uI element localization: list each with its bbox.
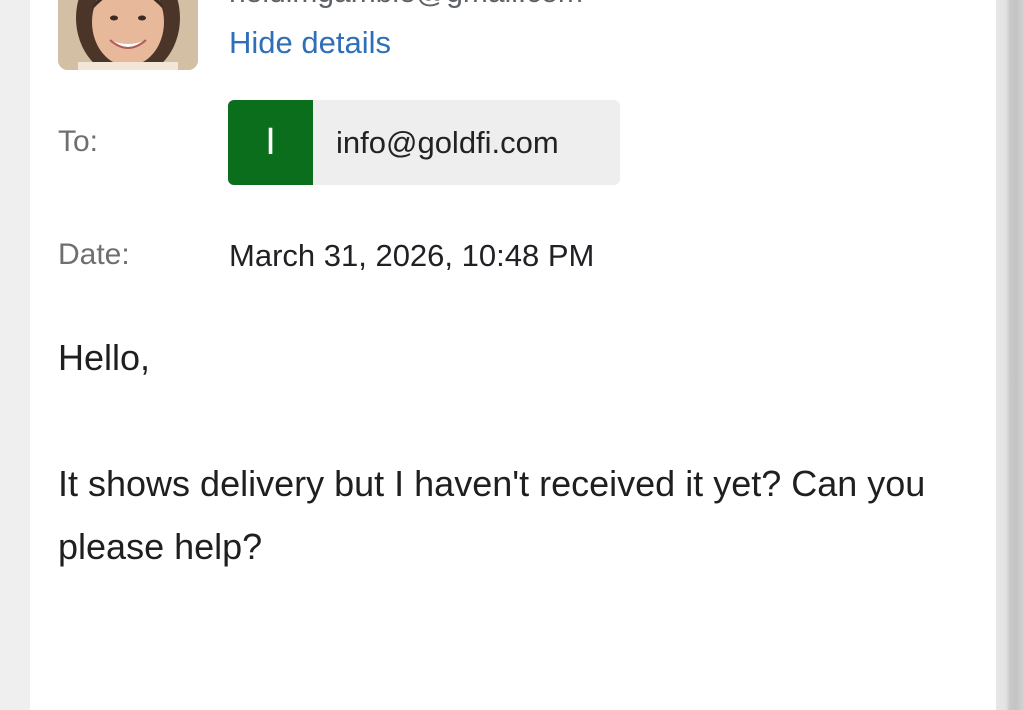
sender-avatar[interactable] (58, 0, 198, 70)
recipient-chip[interactable]: I info@goldfi.com (228, 100, 620, 185)
hide-details-link[interactable]: Hide details (229, 24, 391, 61)
avatar-photo (58, 0, 198, 70)
message-body: It shows delivery but I haven't received… (58, 463, 926, 567)
to-label: To: (58, 125, 99, 158)
recipient-email: info@goldfi.com (336, 124, 559, 160)
sender-email: heidimgamble@gmail.com (229, 0, 583, 8)
date-label: Date: (58, 238, 130, 271)
scrollbar-edge[interactable] (996, 0, 1024, 710)
date-value: March 31, 2026, 10:48 PM (229, 238, 595, 273)
recipient-initial-avatar: I (228, 100, 313, 185)
message-greeting: Hello, (58, 337, 151, 378)
